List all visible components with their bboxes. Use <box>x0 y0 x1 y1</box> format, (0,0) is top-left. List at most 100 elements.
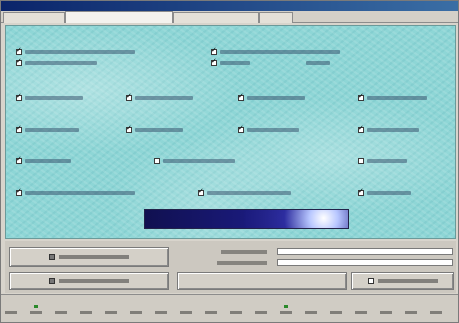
tab-4[interactable] <box>259 12 293 23</box>
section-5-checkbox-2-box[interactable] <box>198 187 204 196</box>
section-3-checkbox-4[interactable] <box>358 124 419 134</box>
tab-1[interactable] <box>3 12 65 23</box>
status-cell <box>180 308 200 318</box>
main-window <box>0 0 459 323</box>
section-1-checkbox-3[interactable] <box>16 57 97 67</box>
section-1-checkbox-1[interactable] <box>16 46 135 56</box>
status-cell <box>280 305 300 318</box>
section-4-checkbox-3-label <box>367 159 407 163</box>
section-3-checkbox-4-box[interactable] <box>358 124 364 133</box>
field-1-label <box>221 250 267 254</box>
status-cell <box>30 305 50 318</box>
status-cell-text <box>280 311 292 314</box>
section-3-checkbox-1[interactable] <box>16 124 79 134</box>
section-4-checkbox-1-box[interactable] <box>16 155 22 164</box>
status-cell-text <box>30 311 42 314</box>
section-2-checkbox-4-box[interactable] <box>358 92 364 101</box>
status-cell <box>80 308 100 318</box>
section-1-checkbox-4-label <box>220 61 250 65</box>
section-2-checkbox-2-box[interactable] <box>126 92 132 101</box>
section-4-checkbox-2-label <box>163 159 235 163</box>
section-3-checkbox-4-label <box>367 128 419 132</box>
status-cell-text <box>80 311 92 314</box>
status-cell-text <box>255 311 267 314</box>
section-2-checkbox-2[interactable] <box>126 92 193 102</box>
section-2-checkbox-3-label <box>247 96 305 100</box>
section-1-checkbox-4[interactable] <box>211 57 250 67</box>
status-group-right <box>245 297 281 305</box>
tab-2[interactable] <box>65 11 173 23</box>
performance-banner[interactable] <box>144 209 349 229</box>
section-3-checkbox-3[interactable] <box>238 124 299 134</box>
section-2-checkbox-3[interactable] <box>238 92 305 102</box>
save-profile-label <box>59 279 129 283</box>
section-4-checkbox-3-box[interactable] <box>358 158 364 164</box>
section-2-checkbox-4[interactable] <box>358 92 427 102</box>
section-3-checkbox-2-box[interactable] <box>126 124 132 133</box>
standard-checkbox[interactable] <box>367 278 374 284</box>
run-selected-button[interactable] <box>9 247 169 267</box>
section-5-title <box>6 174 457 184</box>
status-cell <box>55 308 75 318</box>
section-5-checkbox-3-box[interactable] <box>358 187 364 196</box>
section-5-checkbox-3[interactable] <box>358 187 411 197</box>
section-4-checkbox-3[interactable] <box>358 157 407 165</box>
standard-button[interactable] <box>351 272 454 290</box>
status-cell-text <box>155 311 167 314</box>
status-cell-text <box>5 311 17 314</box>
field-2-label <box>217 261 267 265</box>
section-1-checkbox-4-box[interactable] <box>211 57 217 66</box>
section-3-checkbox-3-label <box>247 128 299 132</box>
section-3-checkbox-3-box[interactable] <box>238 124 244 133</box>
status-bar <box>1 294 458 322</box>
save-profile-checkbox[interactable] <box>49 278 55 284</box>
status-cell-text <box>55 311 67 314</box>
section-1-checkbox-3-box[interactable] <box>16 57 22 66</box>
status-cell-text <box>130 311 142 314</box>
section-5-checkbox-1[interactable] <box>16 187 135 197</box>
section-2-checkbox-1[interactable] <box>16 92 83 102</box>
actions-area <box>5 241 456 293</box>
field-2-input[interactable] <box>277 259 453 266</box>
status-cell-text <box>180 311 192 314</box>
save-profile-button[interactable] <box>9 272 169 290</box>
section-4-checkbox-2[interactable] <box>154 157 235 165</box>
section-4-checkbox-1[interactable] <box>16 155 71 165</box>
field-1-input[interactable] <box>277 248 453 255</box>
section-1-flag-note <box>306 61 330 65</box>
section-2-checkbox-1-box[interactable] <box>16 92 22 101</box>
section-3-checkbox-1-box[interactable] <box>16 124 22 133</box>
status-cell <box>255 308 275 318</box>
section-4-checkbox-2-box[interactable] <box>154 158 160 164</box>
status-cell-text <box>405 311 417 314</box>
status-cell-text <box>205 311 217 314</box>
status-cell <box>230 308 250 318</box>
section-4-checkbox-1-label <box>25 159 71 163</box>
section-1-checkbox-1-box[interactable] <box>16 46 22 55</box>
status-cell-text <box>105 311 117 314</box>
tab-3[interactable] <box>173 12 259 23</box>
status-cell-text <box>230 311 242 314</box>
standard-label <box>377 279 438 283</box>
section-1-checkbox-2[interactable] <box>211 46 340 56</box>
section-2-checkbox-3-box[interactable] <box>238 92 244 101</box>
section-3-title <box>6 112 457 122</box>
section-1-checkbox-2-label <box>220 50 340 54</box>
status-cell-text <box>355 311 367 314</box>
section-5-checkbox-2[interactable] <box>198 187 291 197</box>
section-5-checkbox-1-label <box>25 191 135 195</box>
status-cell <box>5 308 25 318</box>
section-1-checkbox-2-box[interactable] <box>211 46 217 55</box>
section-5-checkbox-3-label <box>367 191 411 195</box>
middle-button[interactable] <box>177 272 347 290</box>
status-cell <box>105 308 125 318</box>
status-indicator-icon <box>284 305 288 308</box>
section-1-checkbox-1-label <box>25 50 135 54</box>
section-3-checkbox-2[interactable] <box>126 124 183 134</box>
run-selected-checkbox[interactable] <box>49 254 55 260</box>
section-2-checkbox-2-label <box>135 96 193 100</box>
parameters-panel <box>5 25 456 239</box>
window-titlebar <box>1 1 458 11</box>
section-5-checkbox-1-box[interactable] <box>16 187 22 196</box>
status-cell-text <box>330 311 342 314</box>
